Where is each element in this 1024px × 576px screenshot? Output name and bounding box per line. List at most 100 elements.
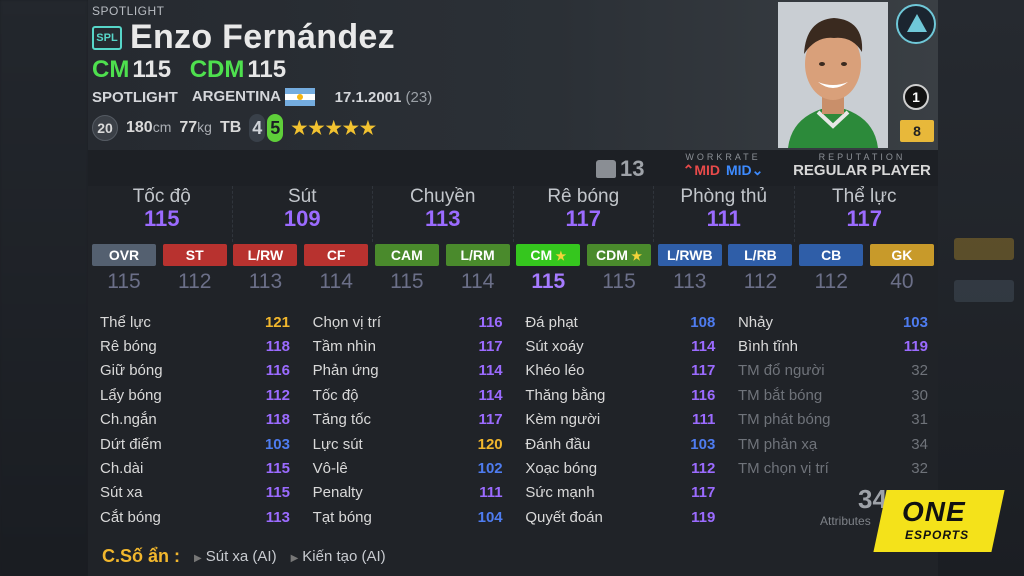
workrate-values: ⌃MID MID⌄: [668, 162, 778, 179]
attribute-value: 108: [690, 313, 716, 331]
attribute-value: 116: [265, 362, 290, 380]
attribute-row: Dứt điểm 103: [100, 432, 290, 456]
main-stat: Rê bóng 117: [514, 186, 654, 242]
position-rating: CM ★ 115: [516, 244, 581, 294]
jersey-number: 13: [596, 156, 644, 182]
main-stat-label: Chuyền: [410, 186, 476, 207]
attribute-value: 34: [911, 435, 928, 453]
attack-arrow-icon: ⌃: [682, 162, 695, 178]
star-icon: ★: [552, 249, 567, 263]
attribute-column: Đá phạt 108 Sút xoáy 114 Khéo léo 117 Thăng bằ…: [525, 310, 715, 530]
attribute-name: Tạt bóng: [312, 508, 372, 526]
position-rating: CF 114: [304, 244, 369, 294]
position-rating-value: 112: [743, 270, 778, 293]
card-header: SPOTLIGHT SPL Enzo Fernández CM 115 CDM 11…: [88, 0, 938, 150]
attribute-value: 113: [265, 508, 290, 526]
height-unit: cm: [152, 119, 172, 135]
background-left-panel: [0, 0, 88, 576]
attribute-name: Kèm người: [525, 411, 601, 429]
height-value: 180: [126, 119, 153, 136]
birthdate: 17.1.2001 (23): [335, 89, 433, 106]
player-portrait: [778, 2, 888, 148]
position-rating-value: 112: [814, 270, 848, 293]
position-rating-value: 112: [177, 270, 212, 293]
attribute-name: TM phát bóng: [737, 411, 831, 429]
position-rating: L/RB 112: [728, 244, 793, 294]
position-rating-value: 114: [319, 270, 353, 293]
attribute-row: Penalty 111: [313, 481, 503, 505]
attribute-row: Sức mạnh 117: [525, 481, 715, 505]
attribute-row: Ch.ngắn 118: [100, 408, 290, 432]
attribute-row: Lẩy bóng 112: [100, 383, 290, 407]
arrow-right-icon: ▶: [290, 553, 299, 564]
position-tag: CDM ★: [587, 244, 652, 266]
position-tag-label: GK: [891, 247, 913, 263]
attribute-row: TM bắt bóng 30: [738, 383, 928, 407]
main-positions: CM 115 CDM 115: [92, 56, 298, 84]
position-tag-label: CAM: [390, 247, 423, 263]
main-stat-value: 109: [283, 206, 321, 231]
attribute-name: Đánh đầu: [525, 435, 591, 453]
attribute-value: 116: [478, 313, 503, 331]
position-tag: CM ★: [516, 244, 581, 266]
main-stat-value: 115: [144, 206, 180, 231]
attribute-name: Đá phạt: [525, 313, 578, 331]
position-rating-value: 115: [107, 270, 141, 293]
position-tag: L/RB: [728, 244, 793, 266]
attribute-name: Rê bóng: [100, 338, 157, 356]
main-stat-value: 111: [706, 206, 741, 231]
position-tag: L/RM: [445, 244, 510, 266]
position-ratings: OVR 115 ST 112 L/RW 113 CF 114 CAM 115 L/RM 114 CM ★…: [92, 244, 934, 294]
attribute-value: 103: [902, 313, 928, 331]
position-tag: GK: [869, 244, 934, 266]
attribute-name: Sức mạnh: [525, 484, 595, 502]
attribute-row: TM chọn vị trí 32: [738, 456, 928, 480]
attribute-value: 102: [477, 460, 503, 478]
attribute-name: Dứt điểm: [100, 435, 162, 453]
attribute-value: 120: [477, 435, 503, 453]
attribute-value: 31: [911, 411, 928, 429]
ghost-chip: [954, 280, 1014, 302]
attribute-value: 114: [478, 362, 503, 380]
attribute-value: 30: [911, 386, 928, 404]
attribute-row: Thể lực 121: [100, 310, 290, 334]
position-tag-label: CM: [530, 247, 553, 263]
attribute-value: 118: [265, 411, 290, 429]
attribute-name: Lẩy bóng: [100, 386, 162, 404]
position-code: CM: [92, 56, 130, 83]
attribute-name: Sút xa: [100, 484, 143, 502]
main-stat-label: Phòng thủ: [680, 186, 768, 207]
attribute-name: Thể lực: [100, 313, 151, 331]
ghost-chip: [954, 238, 1014, 260]
position-rating: CDM ★ 115: [587, 244, 652, 294]
attribute-value: 118: [265, 338, 290, 356]
info-row: 13 WORKRATE ⌃MID MID⌄ REPUTATION REGULAR …: [88, 150, 938, 186]
attribute-value: 32: [911, 460, 928, 478]
argentina-flag-icon: [284, 88, 315, 107]
trait-item[interactable]: ▶ Kiến tạo (AI): [291, 548, 386, 565]
body-type: TB: [219, 119, 242, 136]
attribute-row: Tạt bóng 104: [313, 505, 503, 529]
main-stat: Sút 109: [233, 186, 373, 242]
main-stat-label: Thể lực: [832, 186, 897, 207]
attribute-value: 115: [265, 484, 290, 502]
attribute-row: Lực sút 120: [313, 432, 503, 456]
attribute-name: TM bắt bóng: [737, 386, 823, 404]
attribute-row: Ch.dài 115: [100, 456, 290, 480]
position-rating-value: 113: [673, 270, 707, 293]
jersey-number-value: 13: [620, 156, 645, 181]
attribute-name: Tốc độ: [312, 386, 359, 404]
attribute-name: Ch.ngắn: [100, 411, 157, 429]
attribute-row: Vô-lê 102: [313, 456, 503, 480]
position-rating-value: 115: [390, 270, 424, 293]
trait-name: Sút xa (AI): [205, 548, 277, 565]
attribute-row: TM đổ người 32: [738, 359, 928, 383]
attribute-value: 112: [691, 460, 716, 478]
attribute-row: Sút xoáy 114: [525, 334, 715, 358]
position-rating: L/RM 114: [445, 244, 510, 294]
attribute-value: 104: [477, 508, 503, 526]
trait-item[interactable]: ▶ Sút xa (AI): [194, 548, 277, 565]
attribute-name: Sút xoáy: [525, 338, 584, 356]
shirt-circle: 20: [92, 115, 118, 141]
position-rating: ST 112: [162, 244, 227, 294]
